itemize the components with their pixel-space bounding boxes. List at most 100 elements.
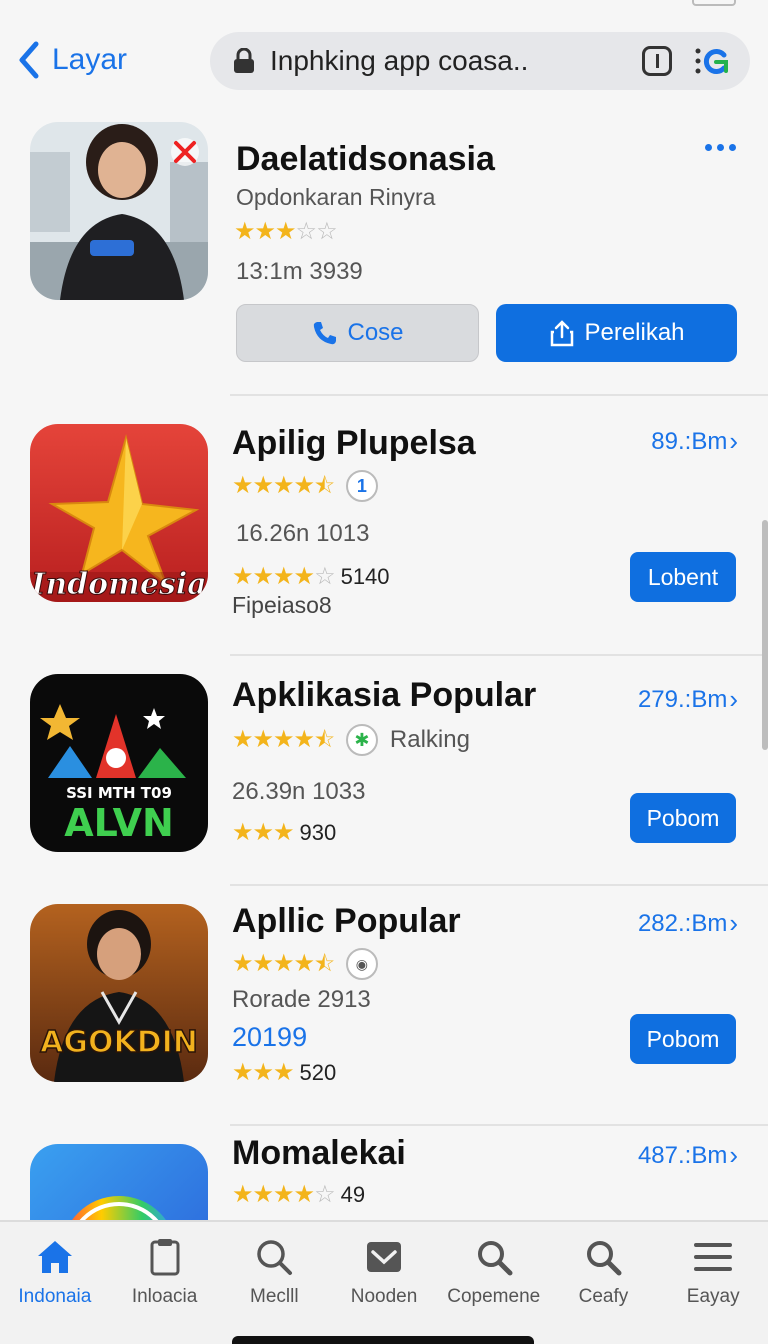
- get-button[interactable]: Pobom: [630, 793, 736, 843]
- rating-count: 520: [299, 1060, 337, 1085]
- app-meta: 16.26n 1013: [236, 520, 370, 547]
- star-rating: ★ ★ ★ ★ ☆ 49: [232, 1182, 365, 1208]
- share-button[interactable]: Perelikah: [496, 304, 737, 362]
- star-icon: ★: [273, 1059, 294, 1086]
- app-size[interactable]: 487.:Bm ›: [638, 1140, 738, 1171]
- battery-icon: [692, 0, 736, 6]
- star-icon: ★: [254, 218, 276, 245]
- tab-home[interactable]: Indonaia: [0, 1222, 110, 1344]
- app-icon-text-top: SSI MTH T09: [66, 784, 172, 802]
- featured-subtitle: Opdonkaran Rinyra: [236, 184, 436, 210]
- url-bar[interactable]: Inphking app coasa..: [210, 32, 750, 90]
- star-icon: ★: [293, 726, 315, 753]
- star-icon: ★: [293, 563, 315, 590]
- app-size[interactable]: 279.:Bm ›: [638, 684, 738, 715]
- rating-count: 49: [340, 1182, 366, 1207]
- star-icon: ★: [252, 950, 274, 977]
- tab-copemene[interactable]: Copemene: [439, 1222, 549, 1344]
- chevron-right-icon: ›: [729, 1140, 738, 1170]
- star-icon: ★: [232, 472, 253, 499]
- stars: ★ ★ ★: [232, 1059, 295, 1086]
- chevron-left-icon: [19, 41, 39, 79]
- featured-meta: 13:1m 3939: [236, 258, 363, 285]
- lock-icon: [234, 48, 254, 73]
- stars: ★ ★ ★ ★ ⯪: [232, 726, 335, 753]
- search-icon: [477, 1241, 513, 1276]
- rating-count: 930: [299, 820, 337, 845]
- star-icon: ★: [273, 726, 294, 753]
- secondary-rating: ★ ★ ★ 520: [232, 1060, 336, 1086]
- tab-ceafy[interactable]: Ceafy: [549, 1222, 659, 1344]
- star-icon: ★: [293, 472, 315, 499]
- star-icon: ★: [273, 1181, 294, 1208]
- app-title: Momalekai: [232, 1134, 406, 1172]
- star-icon: ★: [293, 950, 315, 977]
- refresh-icon[interactable]: [692, 41, 732, 81]
- star-icon: ★: [232, 1059, 253, 1086]
- stars: ★ ★ ★: [232, 819, 295, 846]
- call-button-label: Cose: [347, 319, 404, 346]
- star-icon: ★: [232, 563, 253, 590]
- star-icon: ★: [293, 1181, 315, 1208]
- star-icon: ★: [252, 563, 274, 590]
- list-item[interactable]: AGOKDIN Apllic Popular 282.:Bm › ★ ★ ★ ★ ⯪ ◉ …: [0, 886, 768, 1126]
- tab-label: Ceafy: [578, 1286, 629, 1307]
- app-meta: 26.39n 1033: [232, 778, 366, 805]
- app-size-value: 279.:Bm: [637, 685, 728, 713]
- tab-label: Copemene: [447, 1286, 541, 1307]
- star-icon: ★: [273, 563, 294, 590]
- get-button[interactable]: Pobom: [630, 1014, 736, 1064]
- badge-icon: 1: [345, 470, 378, 502]
- featured-app-image: [30, 122, 208, 300]
- featured-title: Daelatidsonasia: [236, 140, 495, 178]
- tab-meclll[interactable]: Meclll: [219, 1222, 329, 1344]
- star-icon: ★: [232, 950, 253, 977]
- call-button[interactable]: Cose: [236, 304, 479, 362]
- phone-icon: [314, 322, 337, 345]
- list-item[interactable]: Indomesia Apilig Plupelsa 89.:Bm › ★ ★ ★ ★ ⯪ …: [0, 396, 768, 656]
- list-item[interactable]: SSI MTH T09 ALVN Apklikasia Popular 279.…: [0, 656, 768, 886]
- nav-bar: Layar Inphking app coasa..: [0, 30, 768, 94]
- list-item[interactable]: Momalekai 487.:Bm › ★ ★ ★ ★ ☆ 49: [0, 1126, 768, 1222]
- star-icon: ★: [234, 218, 255, 245]
- scrollbar[interactable]: [760, 350, 768, 750]
- tab-eayay[interactable]: Eayay: [658, 1222, 768, 1344]
- tab-inloacia[interactable]: Inloacia: [110, 1222, 220, 1344]
- app-title: Apklikasia Popular: [232, 676, 537, 714]
- star-icon: ★: [252, 472, 274, 499]
- star-icon: ⯪: [314, 727, 335, 752]
- star-icon: ☆: [295, 218, 317, 245]
- star-icon: ★: [232, 819, 253, 846]
- url-text: Inphking app coasa..: [270, 45, 529, 76]
- star-rating: ★ ★ ★ ☆ ☆: [234, 218, 338, 245]
- tab-bar: Indonaia Inloacia Meclll Nooden Copemene…: [0, 1220, 768, 1344]
- app-icon: Indomesia: [30, 424, 208, 602]
- chevron-right-icon: ›: [729, 908, 738, 938]
- stars: ★ ★ ★ ★ ☆: [232, 563, 336, 590]
- app-icon-text: AGOKDIN: [40, 1025, 198, 1060]
- star-icon: ★: [273, 472, 294, 499]
- star-rating: ★ ★ ★ ★ ⯪ 1: [232, 470, 378, 502]
- tab-nooden[interactable]: Nooden: [329, 1222, 439, 1344]
- featured-app[interactable]: Daelatidsonasia Opdonkaran Rinyra ★ ★ ★ ☆ ☆ …: [0, 110, 768, 396]
- get-button[interactable]: Lobent: [630, 552, 736, 602]
- home-indicator[interactable]: [232, 1336, 534, 1344]
- chevron-right-icon: ›: [729, 684, 738, 714]
- app-size[interactable]: 282.:Bm ›: [638, 908, 738, 939]
- tab-label: Indonaia: [18, 1286, 92, 1307]
- tab-label: Inloacia: [131, 1286, 198, 1307]
- tabs-icon[interactable]: [642, 46, 672, 76]
- app-icon: SSI MTH T09 ALVN: [30, 674, 208, 852]
- stars: ★ ★ ★ ★ ⯪: [232, 472, 335, 499]
- app-icon-text: Indomesia: [30, 567, 206, 602]
- back-label: Layar: [52, 43, 128, 76]
- badge-label: Ralking: [389, 726, 470, 753]
- back-button[interactable]: Layar: [16, 40, 127, 80]
- chevron-right-icon: ›: [729, 426, 738, 456]
- secondary-rating: ★ ★ ★ ★ ☆ 5140: [232, 564, 390, 590]
- more-options-icon[interactable]: [705, 144, 736, 151]
- mail-icon: [367, 1242, 402, 1272]
- app-size-value: 282.:Bm: [637, 909, 728, 937]
- secondary-rating: ★ ★ ★ 930: [232, 820, 336, 846]
- app-size[interactable]: 89.:Bm ›: [651, 426, 738, 457]
